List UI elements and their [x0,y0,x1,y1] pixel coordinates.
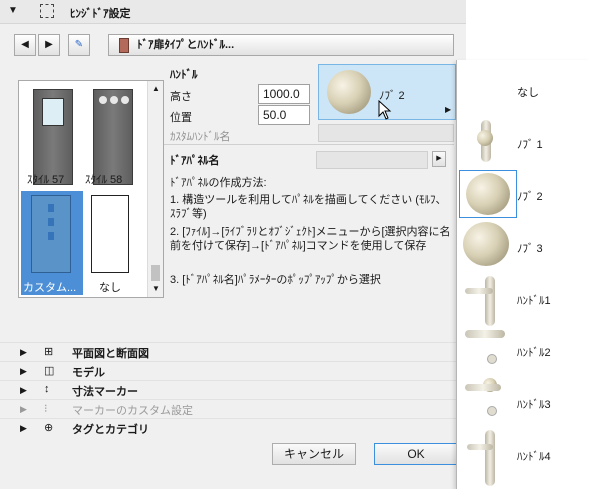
lever-keyhole-icon [487,354,497,364]
popup-item-knob3[interactable]: ﾉﾌﾞ 3 [517,240,543,256]
favorite-icon[interactable]: ✎ [68,34,90,56]
collapse-triangle-icon[interactable]: ▼ [8,5,18,16]
expand-triangle-icon[interactable]: ▶ [20,423,27,434]
help-step3: 3. [ﾄﾞｱﾊﾟﾈﾙ名]ﾊﾟﾗﾒｰﾀｰのﾎﾟｯﾌﾟｱｯﾌﾟから選択 [170,274,381,286]
custom-handle-label: ｶｽﾀﾑﾊﾝﾄﾞﾙ名 [170,131,231,143]
door-type-handle-dropdown[interactable]: ﾄﾞｱ扉ﾀｲﾌﾟとﾊﾝﾄﾞﾙ... [108,34,454,56]
popup-item-handle3[interactable]: ﾊﾝﾄﾞﾙ3 [517,396,551,412]
help-step2: 2. [ﾌｧｲﾙ]→[ﾗｲﾌﾞﾗﾘとｵﾌﾞｼﾞｪｸﾄ]メニューから[選択内容に名… [170,226,451,252]
door-panel-heading: ﾄﾞｱﾊﾟﾈﾙ名 [170,155,220,167]
custom-marker-icon: ⁝ [44,403,48,415]
section-label: マーカーのカスタム設定 [72,405,193,417]
lever-plate-lever [465,288,493,294]
position-label: 位置 [170,112,192,124]
expand-triangle-icon[interactable]: ▶ [20,347,27,358]
height-label: 高さ [170,91,192,103]
section-title: ﾋﾝｼﾞﾄﾞｱ設定 [70,8,131,20]
expand-triangle-icon[interactable]: ▶ [20,366,27,377]
door-type-label: ﾄﾞｱ扉ﾀｲﾌﾟとﾊﾝﾄﾞﾙ... [137,39,235,51]
help-title: ﾄﾞｱﾊﾟﾈﾙの作成方法: [170,177,267,189]
door-panel-name-field [316,151,428,169]
popup-item-knob2-selected[interactable] [459,170,517,218]
dimension-marker-icon: ↕ [44,383,50,395]
divider [164,144,454,145]
dropdown-arrow-icon: ▶ [445,105,452,114]
next-button[interactable]: ▶ [38,34,60,56]
tag-icon: ⊕ [44,422,54,434]
floorplan-icon: ⊞ [44,346,54,358]
door-panel-list[interactable]: ｽﾀｲﾙ 57 ｽﾀｲﾙ 58 カスタム... なし ▲ ▼ [18,80,164,298]
knob-plate-knob [477,130,493,146]
door-settings-icon [40,4,54,18]
lever-icon [465,330,505,338]
lever-rose-lever [465,384,501,391]
section-label: 寸法マーカー [72,386,138,398]
section-model[interactable]: ▶ ◫ モデル [0,361,466,380]
knob-icon [466,173,510,215]
handle-popup-list[interactable]: なし ﾉﾌﾞ 1 ﾉﾌﾞ 2 ﾉﾌﾞ 3 ﾊﾝﾄﾞﾙ1 ﾊﾝﾄﾞﾙ2 ﾊﾝﾄﾞﾙ… [456,60,590,489]
popup-item-handle2[interactable]: ﾊﾝﾄﾞﾙ2 [517,344,551,360]
section-custom-marker: ▶ ⁝ マーカーのカスタム設定 [0,399,466,418]
popup-item-none[interactable]: なし [517,84,539,100]
help-step1: 1. 構造ツールを利用してﾊﾟﾈﾙを描画してください (ﾓﾙﾌ、ｽﾗﾌﾞ等) [170,194,447,220]
popup-item-knob2[interactable]: ﾉﾌﾞ 2 [517,188,543,204]
list-scrollbar[interactable]: ▲ ▼ [147,81,163,297]
ok-button[interactable]: OK [374,443,458,465]
door-custom-icon [31,195,71,273]
door-none-icon[interactable] [91,195,129,273]
popup-item-handle1[interactable]: ﾊﾝﾄﾞﾙ1 [517,292,551,308]
model-icon: ◫ [44,365,55,377]
section-header[interactable]: ▼ ﾋﾝｼﾞﾄﾞｱ設定 [0,0,466,24]
lever-long-plate-lever [467,444,493,450]
expand-triangle-icon: ▶ [20,404,27,414]
popup-item-knob1[interactable]: ﾉﾌﾞ 1 [517,136,543,152]
custom-handle-field [318,124,454,142]
position-input[interactable]: 50.0 [258,105,310,125]
handle-heading: ﾊﾝﾄﾞﾙ [170,69,198,81]
list-item-label: ｽﾀｲﾙ 58 [85,174,123,186]
section-label: タグとカテゴリ [72,424,149,436]
cancel-button[interactable]: キャンセル [272,443,356,465]
previous-button[interactable]: ◀ [14,34,36,56]
list-item-label: なし [99,282,121,294]
knob-icon [327,70,371,114]
section-label: モデル [72,367,105,379]
scroll-thumb[interactable] [151,265,160,281]
knob-rose-icon [463,222,509,266]
section-label: 平面図と断面図 [72,348,149,360]
list-item-label: カスタム... [23,282,77,294]
expand-triangle-icon[interactable]: ▶ [20,385,27,396]
panel-toolbar: ◀ ▶ ✎ ﾄﾞｱ扉ﾀｲﾌﾟとﾊﾝﾄﾞﾙ... [14,34,454,56]
section-tags-categories[interactable]: ▶ ⊕ タグとカテゴリ [0,418,466,437]
section-dimension-marker[interactable]: ▶ ↕ 寸法マーカー [0,380,466,399]
lever-plate-icon [485,276,495,326]
height-input[interactable]: 1000.0 [258,84,310,104]
list-item-custom[interactable]: カスタム... [21,191,83,295]
list-item-label: ｽﾀｲﾙ 57 [27,174,65,186]
popup-item-handle4[interactable]: ﾊﾝﾄﾞﾙ4 [517,448,551,464]
section-floorplan[interactable]: ▶ ⊞ 平面図と断面図 [0,342,466,361]
door-panel-popup-button[interactable]: ▶ [432,151,446,167]
lever-long-plate-icon [485,430,495,486]
door-leaf-icon [119,38,129,53]
mouse-cursor-icon [378,100,392,120]
lever-rose-keyhole [487,406,497,416]
